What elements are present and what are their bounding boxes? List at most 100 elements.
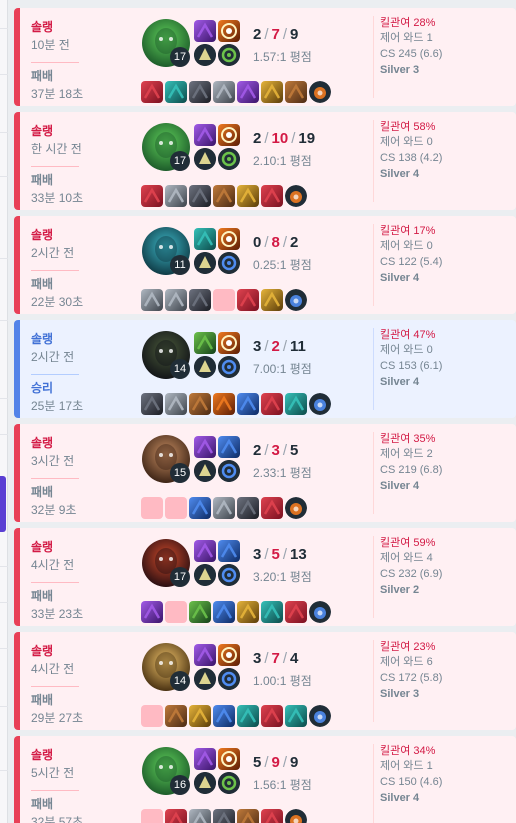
green-item-icon[interactable]	[189, 601, 211, 623]
match-card[interactable]: 솔랭 2시간 전 패배 22분 30초 11 0/8/2 0.25:1 평점 킬…	[14, 216, 516, 314]
match-card[interactable]: 솔랭 2시간 전 승리 25분 17초 14 3/2/11 7.00:1 평점 …	[14, 320, 516, 418]
teal-item-icon[interactable]	[285, 705, 307, 727]
yellow-keystone-rune-icon[interactable]	[194, 356, 216, 378]
blue-item-icon[interactable]	[213, 705, 235, 727]
orange-trinket-icon[interactable]	[285, 809, 307, 823]
yellow-keystone-rune-icon[interactable]	[194, 772, 216, 794]
grey-item-icon[interactable]	[165, 289, 187, 311]
grey-item-icon[interactable]	[141, 289, 163, 311]
brown-item-icon[interactable]	[189, 393, 211, 415]
champion-portrait[interactable]: 16	[142, 747, 190, 795]
gold-item-icon[interactable]	[261, 289, 283, 311]
yellow-keystone-rune-icon[interactable]	[194, 44, 216, 66]
red-item-icon[interactable]	[261, 497, 283, 519]
purple-spell-icon[interactable]	[194, 20, 216, 42]
purple-spell-icon[interactable]	[194, 748, 216, 770]
dark-item-icon[interactable]	[141, 393, 163, 415]
blue-spell-icon[interactable]	[218, 436, 240, 458]
champion-portrait[interactable]: 15	[142, 435, 190, 483]
teal-item-icon[interactable]	[237, 705, 259, 727]
orange-trinket-icon[interactable]	[285, 185, 307, 207]
purple-spell-icon[interactable]	[194, 540, 216, 562]
champion-portrait[interactable]: 17	[142, 123, 190, 171]
blue-inspiration-rune-icon[interactable]	[218, 252, 240, 274]
purple-spell-icon[interactable]	[194, 644, 216, 666]
yellow-keystone-rune-icon[interactable]	[194, 668, 216, 690]
red-item-icon[interactable]	[165, 809, 187, 823]
brown-item-icon[interactable]	[165, 705, 187, 727]
blue-spell-icon[interactable]	[218, 540, 240, 562]
blue-item-icon[interactable]	[237, 393, 259, 415]
blue-item-icon[interactable]	[213, 601, 235, 623]
champion-portrait[interactable]: 17	[142, 19, 190, 67]
blue-inspiration-rune-icon[interactable]	[218, 356, 240, 378]
orange-trinket-icon[interactable]	[285, 497, 307, 519]
dark-item-icon[interactable]	[189, 81, 211, 103]
green-resolve-rune-icon[interactable]	[218, 44, 240, 66]
red-item-icon[interactable]	[141, 81, 163, 103]
green-spell-icon[interactable]	[194, 332, 216, 354]
dark-item-icon[interactable]	[189, 185, 211, 207]
red-item-icon[interactable]	[285, 601, 307, 623]
purple-item-icon[interactable]	[237, 81, 259, 103]
blue-trinket-icon[interactable]	[285, 289, 307, 311]
green-resolve-rune-icon[interactable]	[218, 772, 240, 794]
match-card[interactable]: 솔랭 3시간 전 패배 32분 9초 15 2/3/5 2.33:1 평점 킬관…	[14, 424, 516, 522]
gold-item-icon[interactable]	[261, 81, 283, 103]
match-card[interactable]: 솔랭 5시간 전 패배 32분 57초 16 5/9/9 1.56:1 평점 킬…	[14, 736, 516, 823]
yellow-keystone-rune-icon[interactable]	[194, 252, 216, 274]
orange-flash-spell-icon[interactable]	[218, 644, 240, 666]
grey-item-icon[interactable]	[213, 81, 235, 103]
dark-item-icon[interactable]	[213, 809, 235, 823]
red-item-icon[interactable]	[261, 705, 283, 727]
orange-trinket-icon[interactable]	[309, 81, 331, 103]
teal-item-icon[interactable]	[285, 393, 307, 415]
blue-inspiration-rune-icon[interactable]	[218, 564, 240, 586]
gold-item-icon[interactable]	[237, 601, 259, 623]
brown-item-icon[interactable]	[237, 809, 259, 823]
purple-spell-icon[interactable]	[194, 124, 216, 146]
match-card[interactable]: 솔랭 10분 전 패배 37분 18초 17 2/7/9 1.57:1 평점 킬…	[14, 8, 516, 106]
grey-item-icon[interactable]	[165, 185, 187, 207]
blue-trinket-icon[interactable]	[309, 601, 331, 623]
grey-item-icon[interactable]	[165, 393, 187, 415]
grey-item-icon[interactable]	[213, 497, 235, 519]
champion-portrait[interactable]: 14	[142, 643, 190, 691]
match-card[interactable]: 솔랭 4시간 전 패배 29분 27초 14 3/7/4 1.00:1 평점 킬…	[14, 632, 516, 730]
red-item-icon[interactable]	[237, 289, 259, 311]
purple-spell-icon[interactable]	[194, 436, 216, 458]
purple-item-icon[interactable]	[141, 601, 163, 623]
green-resolve-rune-icon[interactable]	[218, 148, 240, 170]
champion-portrait[interactable]: 17	[142, 539, 190, 587]
orange-item-icon[interactable]	[213, 393, 235, 415]
blue-inspiration-rune-icon[interactable]	[218, 460, 240, 482]
red-item-icon[interactable]	[261, 185, 283, 207]
blue-trinket-icon[interactable]	[309, 393, 331, 415]
red-item-icon[interactable]	[261, 393, 283, 415]
blue-inspiration-rune-icon[interactable]	[218, 668, 240, 690]
grey-item-icon[interactable]	[189, 809, 211, 823]
teal-spell-icon[interactable]	[194, 228, 216, 250]
match-card[interactable]: 솔랭 한 시간 전 패배 33분 10초 17 2/10/19 2.10:1 평…	[14, 112, 516, 210]
champion-portrait[interactable]: 14	[142, 331, 190, 379]
champion-portrait[interactable]: 11	[142, 227, 190, 275]
gold-item-icon[interactable]	[237, 185, 259, 207]
orange-flash-spell-icon[interactable]	[218, 20, 240, 42]
blue-trinket-icon[interactable]	[309, 705, 331, 727]
red-item-icon[interactable]	[261, 809, 283, 823]
orange-flash-spell-icon[interactable]	[218, 228, 240, 250]
orange-flash-spell-icon[interactable]	[218, 332, 240, 354]
yellow-keystone-rune-icon[interactable]	[194, 564, 216, 586]
teal-item-icon[interactable]	[165, 81, 187, 103]
teal-item-icon[interactable]	[261, 601, 283, 623]
yellow-keystone-rune-icon[interactable]	[194, 148, 216, 170]
yellow-keystone-rune-icon[interactable]	[194, 460, 216, 482]
blue-item-icon[interactable]	[189, 497, 211, 519]
orange-flash-spell-icon[interactable]	[218, 748, 240, 770]
brown-item-icon[interactable]	[285, 81, 307, 103]
dark-item-icon[interactable]	[189, 289, 211, 311]
orange-flash-spell-icon[interactable]	[218, 124, 240, 146]
red-item-icon[interactable]	[141, 185, 163, 207]
dark-item-icon[interactable]	[237, 497, 259, 519]
match-card[interactable]: 솔랭 4시간 전 패배 33분 23초 17 3/5/13 3.20:1 평점 …	[14, 528, 516, 626]
